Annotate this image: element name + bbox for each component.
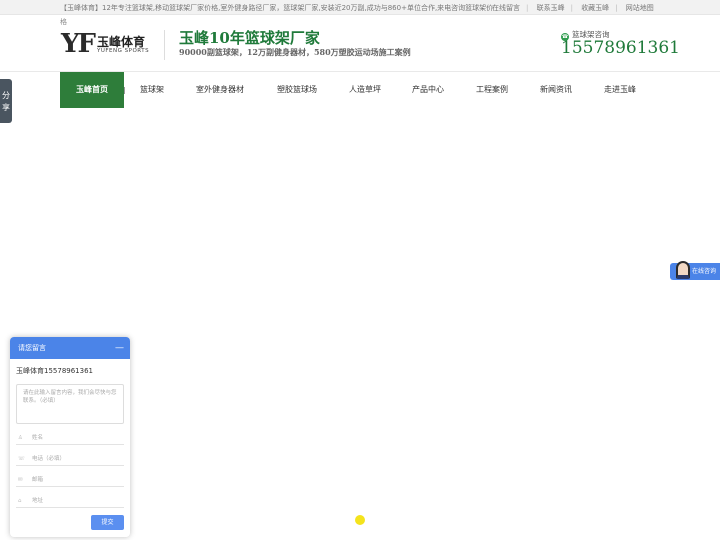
top-bar: 【玉峰体育】12年专注篮球架,移动篮球架厂家价格,室外健身路径厂家，篮球架厂家,… bbox=[0, 0, 720, 15]
top-notice: 【玉峰体育】12年专注篮球架,移动篮球架厂家价格,室外健身路径厂家，篮球架厂家,… bbox=[60, 4, 494, 12]
nav-item-home[interactable]: 玉峰首页 bbox=[60, 72, 124, 108]
nav-item-news[interactable]: 新闻资讯 bbox=[532, 72, 580, 108]
submit-button[interactable]: 提交 bbox=[91, 515, 124, 530]
nav-separator bbox=[124, 87, 125, 94]
logo-mark: YF bbox=[61, 29, 96, 59]
message-box-title: 请您留言 bbox=[18, 344, 46, 352]
phone-icon: ☏ bbox=[18, 456, 25, 462]
message-box-header: 请您留言 — bbox=[10, 337, 130, 359]
message-box: 请您留言 — 玉峰体育15578961361 请在此输入留言内容，我们会尽快与您… bbox=[10, 337, 130, 537]
top-links: 在线留言 | 联系玉峰 | 收藏玉峰 | 网站地图 bbox=[492, 4, 654, 12]
site-logo[interactable]: YF 玉峰体育 YUFENG SPORTS bbox=[61, 31, 151, 59]
location-icon: ⌂ bbox=[18, 498, 22, 504]
nav-item-products[interactable]: 产品中心 bbox=[404, 72, 452, 108]
name-field[interactable]: ♙ 姓名 bbox=[16, 431, 124, 445]
share-tab[interactable]: 分享 bbox=[0, 79, 12, 123]
online-consult-button[interactable]: 在线咨询 bbox=[670, 261, 720, 280]
hotline-number[interactable]: 15578961361 bbox=[561, 38, 680, 58]
nav-item-about[interactable]: 走进玉峰 bbox=[596, 72, 644, 108]
logo-brand-en: YUFENG SPORTS bbox=[97, 48, 150, 54]
header-headline: 玉峰10年篮球架厂家 bbox=[179, 29, 320, 47]
nav-item-rubber-court[interactable]: 塑胶篮球场 bbox=[268, 72, 326, 108]
phone-field[interactable]: ☏ 电话（必填） bbox=[16, 452, 124, 466]
top-link-message[interactable]: 在线留言 bbox=[492, 4, 520, 12]
cursor-highlight bbox=[355, 515, 365, 525]
nav-item-basketball-stand[interactable]: 篮球架 bbox=[130, 72, 174, 108]
header-subline: 90000副篮球架，12万副健身器材，580万塑胶运动场施工案例 bbox=[179, 47, 411, 57]
email-icon: ✉ bbox=[18, 477, 23, 483]
header-divider bbox=[164, 30, 165, 60]
nav-item-artificial-turf[interactable]: 人造草坪 bbox=[340, 72, 390, 108]
email-field[interactable]: ✉ 邮箱 bbox=[16, 473, 124, 487]
nav-item-cases[interactable]: 工程案例 bbox=[468, 72, 516, 108]
message-content-field[interactable]: 请在此输入留言内容，我们会尽快与您联系。（必填） bbox=[16, 384, 124, 424]
top-link-contact[interactable]: 联系玉峰 bbox=[537, 4, 565, 12]
top-notice-overflow: 格 bbox=[60, 18, 67, 26]
top-link-sitemap[interactable]: 网站地图 bbox=[626, 4, 654, 12]
message-box-company: 玉峰体育15578961361 bbox=[16, 367, 93, 375]
minimize-icon[interactable]: — bbox=[115, 337, 124, 359]
user-icon: ♙ bbox=[18, 435, 23, 441]
main-nav: 玉峰首页 篮球架 室外健身器材 塑胶篮球场 人造草坪 产品中心 工程案例 新闻资… bbox=[60, 72, 660, 108]
agent-avatar-icon bbox=[676, 261, 690, 279]
top-link-favorite[interactable]: 收藏玉峰 bbox=[581, 4, 609, 12]
nav-item-outdoor-fitness[interactable]: 室外健身器材 bbox=[186, 72, 254, 108]
address-field[interactable]: ⌂ 地址 bbox=[16, 494, 124, 508]
